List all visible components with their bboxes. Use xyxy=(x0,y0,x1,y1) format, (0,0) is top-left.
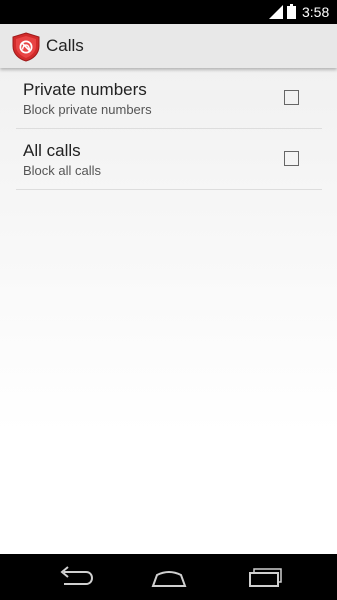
pref-item-private-numbers[interactable]: Private numbers Block private numbers xyxy=(16,68,322,129)
navigation-bar xyxy=(0,554,337,600)
pref-summary: Block private numbers xyxy=(23,102,152,117)
preferences-list: Private numbers Block private numbers Al… xyxy=(0,68,337,554)
recents-icon[interactable] xyxy=(244,564,284,590)
back-icon[interactable] xyxy=(56,564,96,590)
signal-icon xyxy=(269,5,283,19)
page-title: Calls xyxy=(46,36,84,55)
action-bar: Calls xyxy=(0,24,337,68)
status-time: 3:58 xyxy=(302,4,330,20)
pref-summary: Block all calls xyxy=(23,163,102,178)
pref-title: Private numbers xyxy=(23,80,147,99)
private-numbers-checkbox[interactable] xyxy=(284,90,299,105)
pref-title: All calls xyxy=(23,141,81,160)
pref-item-all-calls[interactable]: All calls Block all calls xyxy=(16,129,322,190)
shield-icon[interactable] xyxy=(12,32,40,62)
status-bar: 3:58 xyxy=(0,0,337,24)
all-calls-checkbox[interactable] xyxy=(284,151,299,166)
battery-icon xyxy=(287,4,296,19)
home-icon[interactable] xyxy=(149,564,189,590)
